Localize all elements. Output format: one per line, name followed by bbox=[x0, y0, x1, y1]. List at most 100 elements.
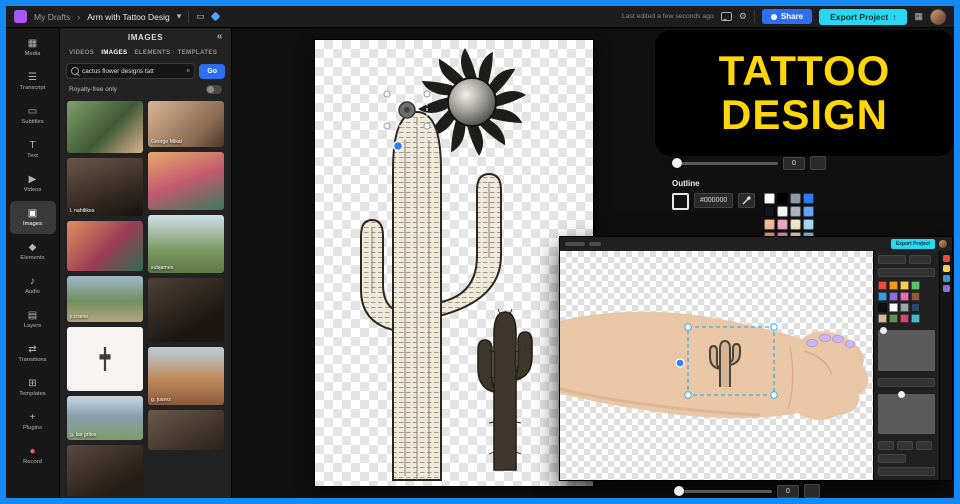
chevron-down-icon[interactable]: ▾ bbox=[177, 12, 182, 21]
color-swatch[interactable] bbox=[790, 193, 801, 204]
search-go-button[interactable]: Go bbox=[199, 64, 225, 79]
templates-icon: ⊞ bbox=[28, 379, 36, 389]
eyedropper-button[interactable] bbox=[738, 193, 755, 208]
color-swatch[interactable] bbox=[790, 206, 801, 217]
image-thumbnail[interactable] bbox=[67, 101, 143, 153]
sidebar-item-record[interactable]: ●Record bbox=[10, 439, 56, 472]
tab-elements[interactable]: ELEMENTS bbox=[134, 49, 170, 56]
eyedropper-icon bbox=[742, 196, 751, 205]
sidebar-item-text[interactable]: TText bbox=[10, 133, 56, 166]
properties-panel: 0 Outline #000000 bbox=[672, 156, 826, 243]
color-swatch[interactable] bbox=[803, 219, 814, 230]
sidebar-item-transcript[interactable]: ☰Transcript bbox=[10, 65, 56, 98]
slider-value[interactable]: 0 bbox=[783, 157, 805, 170]
color-swatch[interactable] bbox=[764, 219, 775, 230]
export-project-button[interactable]: Export Project ↑ bbox=[819, 9, 907, 25]
slider-link-button[interactable] bbox=[810, 156, 826, 170]
sidebar-item-videos[interactable]: ▶Videos bbox=[10, 167, 56, 200]
plugins-icon: + bbox=[30, 413, 36, 423]
color-swatch[interactable] bbox=[790, 219, 801, 230]
layers-icon: ▤ bbox=[28, 311, 37, 321]
collapse-panel-icon[interactable]: « bbox=[217, 31, 223, 42]
share-button[interactable]: Share bbox=[762, 9, 812, 24]
selection-handle[interactable] bbox=[384, 91, 390, 97]
image-thumbnail[interactable] bbox=[67, 327, 143, 391]
sidebar-item-subtitles[interactable]: ▭Subtitles bbox=[10, 99, 56, 132]
transitions-icon: ⇄ bbox=[28, 345, 36, 355]
tab-templates[interactable]: TEMPLATES bbox=[178, 49, 218, 56]
app-logo-icon[interactable] bbox=[14, 10, 27, 23]
color-swatch[interactable] bbox=[803, 206, 814, 217]
color-swatch[interactable] bbox=[777, 206, 788, 217]
color-swatch[interactable] bbox=[764, 193, 775, 204]
image-thumbnail[interactable] bbox=[67, 221, 143, 271]
sidebar-item-plugins[interactable]: +Plugins bbox=[10, 405, 56, 438]
image-thumbnail[interactable] bbox=[148, 410, 224, 450]
elements-icon: ◆ bbox=[29, 243, 37, 253]
outline-color-well[interactable] bbox=[672, 193, 689, 210]
rotate-handle[interactable] bbox=[394, 142, 403, 151]
selection-handle[interactable] bbox=[384, 123, 390, 129]
slider-knob[interactable] bbox=[672, 158, 682, 168]
corner-slider[interactable] bbox=[672, 162, 778, 165]
search-value: cactus flower designs tatt bbox=[82, 68, 154, 75]
image-thumbnail[interactable]: jccrame bbox=[67, 276, 143, 322]
apps-grid-icon[interactable]: ▦ bbox=[914, 12, 923, 21]
large-cactus-element[interactable] bbox=[361, 112, 501, 480]
image-thumbnail[interactable] bbox=[67, 445, 143, 496]
selected-flower-element[interactable] bbox=[399, 102, 415, 118]
selection-handle[interactable] bbox=[424, 123, 430, 129]
image-credit: l. nahtlikes bbox=[70, 208, 95, 214]
user-avatar[interactable] bbox=[930, 9, 946, 25]
search-input[interactable]: cactus flower designs tatt × bbox=[66, 63, 195, 79]
sidebar-item-images[interactable]: ▣Images bbox=[10, 201, 56, 234]
color-swatch[interactable] bbox=[803, 193, 814, 204]
image-thumbnail[interactable]: l. nahtlikes bbox=[67, 158, 143, 216]
export-label: Export Project bbox=[830, 12, 888, 22]
color-swatch[interactable] bbox=[777, 219, 788, 230]
comments-icon[interactable] bbox=[721, 12, 732, 21]
cactus-sketch-mark bbox=[100, 347, 111, 371]
export-arrow-icon: ↑ bbox=[892, 12, 896, 22]
gear-icon[interactable]: ⚙ bbox=[739, 12, 747, 21]
image-thumbnail[interactable]: g. juarez bbox=[148, 347, 224, 405]
color-swatch[interactable] bbox=[777, 193, 788, 204]
sidebar-item-transitions[interactable]: ⇄Transitions bbox=[10, 337, 56, 370]
outline-section-label: Outline bbox=[672, 179, 826, 188]
sidebar-item-audio[interactable]: ♪Audio bbox=[10, 269, 56, 302]
sidebar-item-templates[interactable]: ⊞Templates bbox=[10, 371, 56, 404]
slider-option-button[interactable] bbox=[804, 484, 820, 498]
image-thumbnail[interactable]: g. las gritos bbox=[67, 396, 143, 440]
slider-knob[interactable] bbox=[674, 486, 684, 496]
hex-color-input[interactable]: #000000 bbox=[694, 193, 733, 208]
image-thumbnail[interactable] bbox=[148, 278, 224, 342]
opacity-slider-value[interactable]: 0 bbox=[777, 485, 799, 498]
opacity-slider[interactable] bbox=[674, 490, 772, 493]
card-view-icon[interactable]: ▭ bbox=[196, 12, 205, 21]
inset-menu-placeholder bbox=[589, 242, 601, 246]
inset-color-palette bbox=[878, 281, 935, 323]
ai-wand-icon[interactable] bbox=[210, 12, 220, 22]
image-thumbnail[interactable]: subjames bbox=[148, 215, 224, 273]
sidebar-item-elements[interactable]: ◆Elements bbox=[10, 235, 56, 268]
breadcrumb-root[interactable]: My Drafts bbox=[34, 12, 70, 22]
tab-videos[interactable]: VIDEOS bbox=[69, 49, 94, 56]
project-title[interactable]: Arm with Tattoo Desig bbox=[87, 12, 170, 22]
image-thumbnail[interactable] bbox=[148, 152, 224, 210]
image-thumbnail[interactable]: George Mikal bbox=[148, 101, 224, 147]
artboard[interactable] bbox=[315, 40, 593, 486]
clear-search-icon[interactable]: × bbox=[186, 68, 190, 75]
inset-avatar bbox=[939, 240, 947, 248]
color-swatch-grid bbox=[764, 193, 814, 243]
sidebar-item-layers[interactable]: ▤Layers bbox=[10, 303, 56, 336]
royalty-free-toggle[interactable] bbox=[206, 85, 222, 94]
color-swatch[interactable] bbox=[764, 206, 775, 217]
images-icon: ▣ bbox=[28, 209, 37, 219]
tab-images[interactable]: IMAGES bbox=[101, 49, 127, 56]
inset-properties-panel bbox=[873, 251, 939, 480]
small-cactus-element[interactable] bbox=[478, 309, 532, 470]
images-panel: IMAGES « VIDEOS IMAGES ELEMENTS TEMPLATE… bbox=[60, 28, 232, 498]
sidebar-item-media[interactable]: ▦Media bbox=[10, 31, 56, 64]
inset-screenshot: Export Project bbox=[560, 237, 952, 480]
selection-handle[interactable] bbox=[424, 91, 430, 97]
